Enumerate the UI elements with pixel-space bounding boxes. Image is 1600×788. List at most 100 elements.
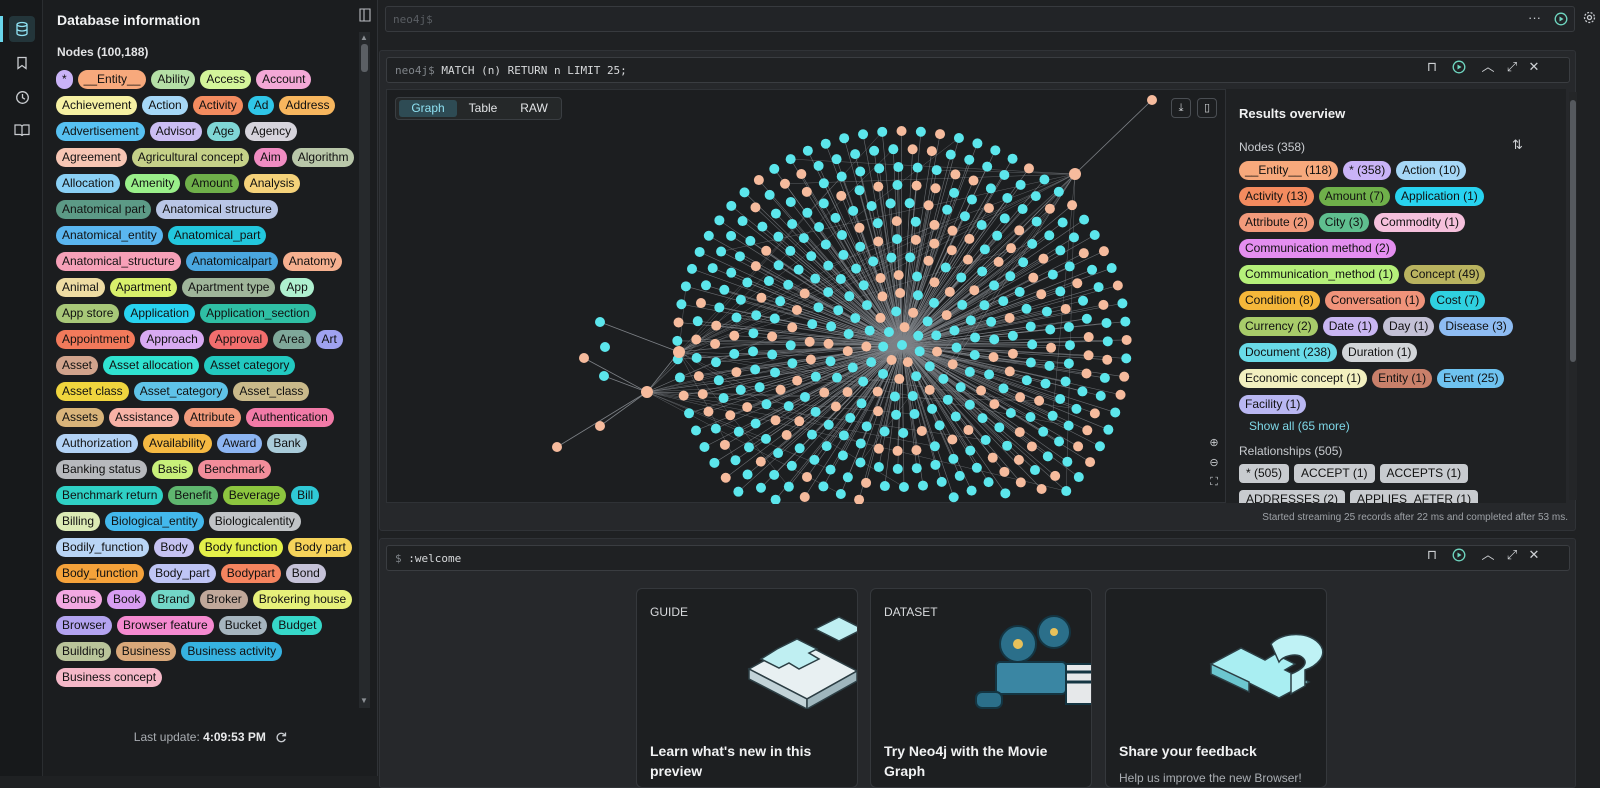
entity-node[interactable] xyxy=(900,322,910,332)
document-node[interactable] xyxy=(708,263,718,273)
document-node[interactable] xyxy=(965,400,975,410)
document-node[interactable] xyxy=(855,167,865,177)
graph-node[interactable] xyxy=(600,342,610,352)
document-node[interactable] xyxy=(964,155,974,165)
document-node[interactable] xyxy=(729,349,739,359)
document-node[interactable] xyxy=(1006,408,1016,418)
document-node[interactable] xyxy=(998,296,1008,306)
document-node[interactable] xyxy=(684,408,694,418)
document-node[interactable] xyxy=(909,409,919,419)
entity-node[interactable] xyxy=(771,415,781,425)
document-node[interactable] xyxy=(1078,296,1088,306)
result-node-label-tag[interactable]: Communication method (2) xyxy=(1239,239,1396,258)
scrollbar-thumb[interactable] xyxy=(1570,100,1576,362)
close-icon[interactable]: ✕ xyxy=(1526,548,1542,562)
document-node[interactable] xyxy=(986,317,996,327)
document-node[interactable] xyxy=(1044,230,1054,240)
document-node[interactable] xyxy=(908,391,918,401)
node-label-tag[interactable]: Aim xyxy=(254,148,287,167)
entity-node[interactable] xyxy=(1085,457,1095,467)
document-node[interactable] xyxy=(1110,407,1120,417)
result-node-label-tag[interactable]: Facility (1) xyxy=(1239,395,1306,414)
entity-node[interactable] xyxy=(750,202,760,212)
document-node[interactable] xyxy=(892,180,902,190)
entity-node[interactable] xyxy=(742,402,752,412)
document-node[interactable] xyxy=(927,404,937,414)
result-node-label-tag[interactable]: __Entity__ (118) xyxy=(1239,161,1338,180)
entity-node[interactable] xyxy=(964,234,974,244)
entity-node[interactable] xyxy=(892,216,902,226)
entity-node[interactable] xyxy=(782,430,792,440)
node-label-tag[interactable]: Ad xyxy=(248,96,275,115)
document-node[interactable] xyxy=(952,342,962,352)
document-node[interactable] xyxy=(967,195,977,205)
fit-to-screen-icon[interactable]: ⛶ xyxy=(1205,476,1223,494)
node-label-tag[interactable]: Availability xyxy=(143,434,211,453)
node-label-tag[interactable]: Browser xyxy=(56,616,112,635)
document-node[interactable] xyxy=(965,367,975,377)
entity-node[interactable] xyxy=(947,226,957,236)
entity-node[interactable] xyxy=(1072,278,1082,288)
entity-node[interactable] xyxy=(925,385,935,395)
node-label-tag[interactable]: * xyxy=(56,70,73,89)
document-node[interactable] xyxy=(884,327,894,337)
document-node[interactable] xyxy=(802,208,812,218)
document-node[interactable] xyxy=(826,321,836,331)
document-node[interactable] xyxy=(837,230,847,240)
entity-node[interactable] xyxy=(1036,289,1046,299)
node-label-tag[interactable]: Apartment xyxy=(110,278,177,297)
entity-node[interactable] xyxy=(698,389,708,399)
document-node[interactable] xyxy=(886,253,896,263)
document-node[interactable] xyxy=(1065,261,1075,271)
node-label-tag[interactable]: Bonus xyxy=(56,590,102,609)
entity-node[interactable] xyxy=(674,317,684,327)
entity-node[interactable] xyxy=(894,374,904,384)
document-node[interactable] xyxy=(751,418,761,428)
document-node[interactable] xyxy=(803,146,813,156)
node-label-tag[interactable]: Agreement xyxy=(56,148,127,167)
document-node[interactable] xyxy=(941,262,951,272)
bookmark-icon[interactable]: ⊓ xyxy=(1424,548,1440,562)
document-node[interactable] xyxy=(1103,336,1113,346)
document-node[interactable] xyxy=(978,413,988,423)
entity-node[interactable] xyxy=(1024,163,1034,173)
document-node[interactable] xyxy=(880,426,890,436)
document-node[interactable] xyxy=(929,298,939,308)
entity-node[interactable] xyxy=(908,308,918,318)
node-label-tag[interactable]: Building xyxy=(56,642,111,661)
entity-node[interactable] xyxy=(873,182,883,192)
entity-node[interactable] xyxy=(911,235,921,245)
run-query-icon[interactable] xyxy=(1554,12,1568,31)
result-node-label-tag[interactable]: Amount (7) xyxy=(1319,187,1390,206)
document-node[interactable] xyxy=(989,280,999,290)
relationship-type-tag[interactable]: ADDRESSES (2) xyxy=(1239,490,1345,503)
document-node[interactable] xyxy=(1027,239,1037,249)
entity-node[interactable] xyxy=(1038,254,1048,264)
document-node[interactable] xyxy=(701,280,711,290)
scroll-down-arrow-icon[interactable]: ▼ xyxy=(360,696,368,705)
entity-node[interactable] xyxy=(1050,471,1060,481)
sort-icon[interactable]: ⇅ xyxy=(1512,137,1523,153)
node-label-tag[interactable]: Body function xyxy=(199,538,284,557)
document-node[interactable] xyxy=(770,367,780,377)
document-node[interactable] xyxy=(1071,404,1081,414)
document-node[interactable] xyxy=(774,260,784,270)
document-node[interactable] xyxy=(925,361,935,371)
document-node[interactable] xyxy=(935,420,945,430)
node-label-tag[interactable]: Body_function xyxy=(56,564,144,583)
document-node[interactable] xyxy=(1016,180,1026,190)
document-node[interactable] xyxy=(913,163,923,173)
document-node[interactable] xyxy=(799,233,809,243)
document-node[interactable] xyxy=(1000,213,1010,223)
document-node[interactable] xyxy=(954,133,964,143)
document-node[interactable] xyxy=(897,340,907,350)
document-node[interactable] xyxy=(1042,307,1052,317)
document-node[interactable] xyxy=(878,369,888,379)
graph-node[interactable] xyxy=(1069,168,1081,180)
document-node[interactable] xyxy=(913,290,923,300)
node-label-tag[interactable]: Anatomical structure xyxy=(156,200,277,219)
document-node[interactable] xyxy=(822,441,832,451)
entity-node[interactable] xyxy=(903,357,913,367)
document-node[interactable] xyxy=(771,495,781,504)
document-node[interactable] xyxy=(1074,472,1084,482)
